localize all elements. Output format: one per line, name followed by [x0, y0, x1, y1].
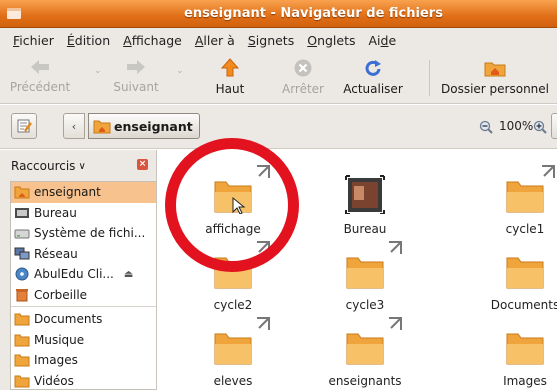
highlight-circle — [165, 138, 299, 272]
network-icon — [14, 247, 30, 260]
sidebar-item-musique[interactable]: Musique — [11, 330, 156, 351]
forward-arrow-icon — [127, 60, 145, 74]
drive-icon — [14, 229, 30, 239]
home-folder-icon — [14, 186, 30, 199]
file-item-cycle3[interactable]: cycle3 — [310, 238, 420, 316]
forward-button[interactable]: Suivant — [110, 54, 162, 102]
stop-icon — [294, 59, 312, 77]
zoom-level[interactable]: 100% — [499, 119, 533, 133]
sidebar-item-bureau[interactable]: Bureau — [11, 203, 156, 224]
title-bar: enseignant - Navigateur de fichiers — [0, 0, 557, 28]
sidebar-item-enseignant[interactable]: enseignant — [11, 182, 156, 203]
home-button[interactable]: Dossier personnel — [436, 54, 554, 102]
trash-icon — [16, 288, 28, 302]
path-scroll-left-button[interactable]: ‹ — [63, 113, 85, 139]
menu-bar: Fichier Édition Affichage Aller à Signet… — [0, 28, 557, 52]
reload-icon — [365, 60, 381, 76]
window-title: enseignant - Navigateur de fichiers — [184, 6, 443, 21]
up-arrow-icon — [220, 58, 240, 77]
chevron-down-icon: ∨ — [78, 160, 86, 172]
folder-icon — [14, 334, 30, 347]
menu-fichier[interactable]: Fichier — [8, 33, 62, 48]
close-sidebar-icon[interactable]: × — [137, 159, 148, 170]
folder-icon — [14, 354, 30, 367]
eject-icon[interactable]: ⏏ — [124, 269, 133, 280]
toggle-location-entry-button[interactable] — [11, 113, 37, 139]
back-history-dropdown-icon[interactable]: ⌄ — [94, 66, 102, 76]
folder-icon — [506, 257, 544, 289]
sidebar-item-trash[interactable]: Corbeille — [11, 285, 156, 306]
home-folder-icon — [93, 120, 111, 134]
sidebar: Raccourcis ∨ × enseignant Bureau Système … — [0, 150, 157, 390]
edit-icon — [17, 119, 32, 133]
folder-link-icon — [214, 317, 270, 365]
sidebar-item-videos[interactable]: Vidéos — [11, 371, 156, 390]
menu-signets[interactable]: Signets — [243, 33, 302, 48]
toolbar-separator — [429, 60, 430, 96]
location-bar: ‹ enseignant 100% — [0, 105, 557, 149]
folder-link-icon — [346, 241, 402, 289]
folder-icon — [506, 333, 544, 365]
file-item-images[interactable]: Images — [470, 314, 557, 390]
desktop-folder-icon — [345, 175, 385, 214]
menu-affichage[interactable]: Affichage — [118, 33, 190, 48]
breadcrumb-current[interactable]: enseignant — [88, 113, 200, 139]
toolbar: Précédent ⌄ Suivant ⌄ Haut Arrêter Actua… — [0, 52, 557, 104]
menu-aller-a[interactable]: Aller à — [190, 33, 243, 48]
folder-link-icon — [346, 317, 402, 365]
sidebar-item-documents[interactable]: Documents — [11, 309, 156, 330]
folder-link-icon — [506, 165, 555, 213]
back-arrow-icon — [31, 60, 49, 74]
file-item-enseignants[interactable]: enseignants — [310, 314, 420, 390]
sidebar-item-network[interactable]: Réseau — [11, 244, 156, 265]
menu-aide[interactable]: Aide — [364, 33, 405, 48]
places-list: enseignant Bureau Système de fichi... Ré… — [10, 181, 156, 390]
zoom-in-icon[interactable] — [533, 120, 547, 134]
up-button[interactable]: Haut — [204, 54, 256, 102]
file-item-bureau[interactable]: Bureau — [310, 162, 420, 240]
menu-edition[interactable]: Édition — [62, 33, 118, 48]
cd-icon — [15, 267, 29, 281]
home-folder-icon — [484, 62, 506, 77]
folder-icon — [14, 313, 30, 326]
file-item-cycle1[interactable]: cycle1 — [470, 162, 557, 240]
sidebar-item-images[interactable]: Images — [11, 350, 156, 371]
sidebar-item-filesystem[interactable]: Système de fichi... — [11, 223, 156, 244]
desktop-icon — [15, 207, 29, 218]
file-item-eleves[interactable]: eleves — [178, 314, 288, 390]
back-button[interactable]: Précédent — [10, 54, 70, 102]
stop-button[interactable]: Arrêter — [277, 54, 329, 102]
file-item-documents[interactable]: Documents — [470, 238, 557, 316]
menu-onglets[interactable]: Onglets — [302, 33, 363, 48]
folder-icon — [14, 375, 30, 388]
view-mode-button[interactable] — [551, 113, 557, 139]
zoom-out-icon[interactable] — [479, 120, 493, 134]
forward-history-dropdown-icon[interactable]: ⌄ — [176, 66, 184, 76]
reload-button[interactable]: Actualiser — [338, 54, 408, 102]
sidebar-item-abuledu-cd[interactable]: AbulEdu Cli... ⏏ — [11, 264, 156, 285]
sidebar-mode-selector[interactable]: Raccourcis ∨ — [11, 153, 151, 179]
